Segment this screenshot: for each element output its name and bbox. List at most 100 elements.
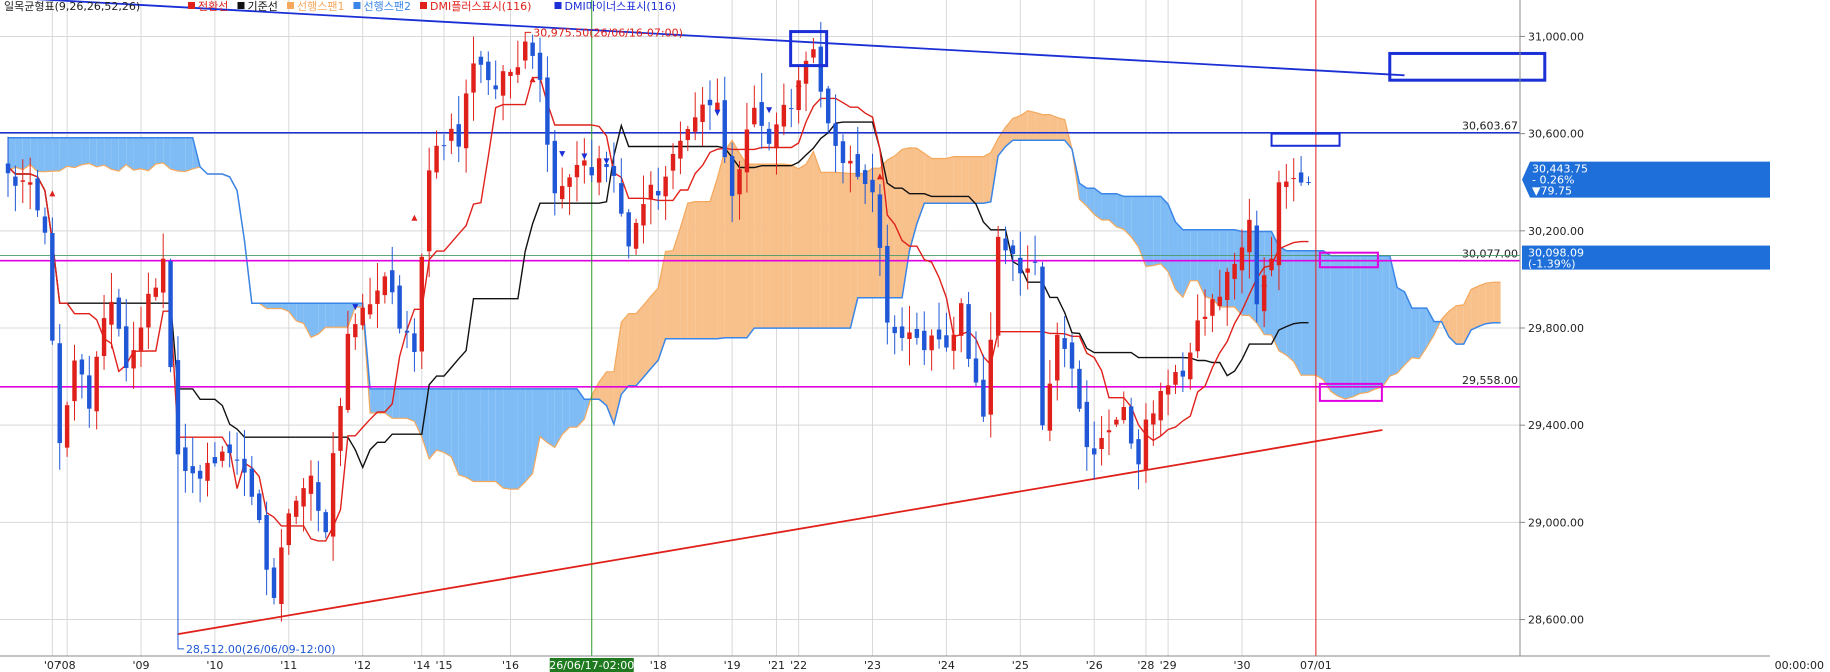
candle-body[interactable]	[707, 99, 713, 106]
candle-body[interactable]	[183, 447, 188, 471]
candle-body[interactable]	[885, 245, 890, 323]
candle-body[interactable]	[752, 107, 757, 125]
candle-body[interactable]	[1239, 247, 1245, 271]
candle-body[interactable]	[13, 176, 18, 186]
candle-body[interactable]	[523, 41, 528, 61]
candle-body[interactable]	[316, 482, 321, 511]
candle-body[interactable]	[463, 93, 469, 149]
candle-body[interactable]	[1128, 406, 1134, 444]
candle-body[interactable]	[486, 61, 491, 81]
candle-body[interactable]	[825, 88, 831, 124]
candle-body[interactable]	[27, 182, 33, 185]
candle-body[interactable]	[840, 141, 846, 163]
candle-body[interactable]	[500, 71, 506, 96]
candle-body[interactable]	[766, 128, 772, 144]
candle-body[interactable]	[892, 326, 897, 334]
candle-body[interactable]	[656, 190, 661, 196]
candle-body[interactable]	[441, 145, 447, 147]
candle-body[interactable]	[966, 304, 971, 359]
candle-body[interactable]	[759, 102, 764, 126]
candle-body[interactable]	[611, 165, 617, 176]
candle-body[interactable]	[1018, 257, 1023, 274]
candle-body[interactable]	[20, 180, 25, 182]
candle-body[interactable]	[862, 170, 868, 184]
candle-body[interactable]	[153, 287, 158, 297]
candle-body[interactable]	[323, 512, 328, 533]
candle-body[interactable]	[508, 71, 513, 77]
candle-body[interactable]	[914, 328, 920, 338]
candle-body[interactable]	[958, 303, 964, 336]
candle-body[interactable]	[419, 256, 425, 352]
candle-body[interactable]	[1306, 182, 1311, 184]
candle-body[interactable]	[1099, 437, 1104, 449]
candle-body[interactable]	[951, 334, 957, 351]
candle-body[interactable]	[1232, 263, 1237, 279]
candle-body[interactable]	[308, 475, 314, 494]
candle-body[interactable]	[1180, 370, 1186, 377]
candle-body[interactable]	[936, 329, 942, 340]
candle-body[interactable]	[1062, 338, 1067, 349]
candle-body[interactable]	[596, 158, 602, 183]
candle-body[interactable]	[375, 290, 380, 304]
candle-body[interactable]	[848, 160, 853, 164]
candle-body[interactable]	[530, 42, 535, 56]
candle-body[interactable]	[1106, 430, 1112, 433]
candle-body[interactable]	[1210, 299, 1215, 316]
candle-body[interactable]	[515, 67, 521, 75]
candle-body[interactable]	[1276, 182, 1282, 266]
candle-body[interactable]	[50, 233, 55, 341]
candle-body[interactable]	[205, 462, 210, 481]
candle-body[interactable]	[146, 293, 151, 328]
candle-body[interactable]	[1195, 320, 1200, 352]
candle-body[interactable]	[101, 318, 107, 356]
candle-body[interactable]	[1254, 225, 1259, 305]
candle-body[interactable]	[670, 153, 676, 171]
candle-body[interactable]	[1217, 296, 1223, 306]
candle-body[interactable]	[811, 49, 816, 58]
candle-body[interactable]	[1269, 258, 1274, 271]
candle-body[interactable]	[338, 406, 343, 451]
candle-body[interactable]	[988, 339, 993, 415]
candle-body[interactable]	[345, 333, 351, 410]
candle-body[interactable]	[574, 164, 580, 178]
candle-body[interactable]	[404, 330, 410, 333]
candle-body[interactable]	[744, 129, 750, 173]
candle-body[interactable]	[5, 163, 11, 174]
candle-body[interactable]	[94, 356, 99, 412]
candle-body[interactable]	[626, 212, 631, 247]
candle-body[interactable]	[227, 444, 232, 454]
candle-body[interactable]	[833, 123, 838, 146]
candle-body[interactable]	[818, 46, 824, 92]
candle-body[interactable]	[604, 163, 609, 168]
candle-body[interactable]	[249, 468, 255, 497]
candle-body[interactable]	[138, 327, 144, 351]
candle-body[interactable]	[774, 124, 779, 149]
candle-body[interactable]	[633, 222, 639, 249]
candle-body[interactable]	[87, 375, 92, 409]
candle-body[interactable]	[1084, 401, 1090, 448]
candle-body[interactable]	[234, 459, 240, 461]
candle-body[interactable]	[116, 297, 122, 329]
candle-body[interactable]	[382, 276, 388, 296]
candle-body[interactable]	[855, 154, 860, 177]
candle-body[interactable]	[264, 514, 269, 570]
candle-body[interactable]	[64, 405, 70, 448]
candle-body[interactable]	[190, 466, 195, 474]
candle-body[interactable]	[1055, 334, 1060, 381]
candle-body[interactable]	[552, 140, 558, 194]
candle-body[interactable]	[286, 513, 292, 546]
candle-body[interactable]	[160, 258, 166, 293]
candle-body[interactable]	[537, 52, 543, 80]
candle-body[interactable]	[57, 343, 62, 444]
candle-body[interactable]	[545, 77, 550, 145]
candle-body[interactable]	[1224, 271, 1230, 300]
candle-body[interactable]	[197, 470, 203, 479]
candle-body[interactable]	[412, 333, 417, 353]
candle-body[interactable]	[301, 488, 306, 507]
candle-body[interactable]	[367, 304, 373, 315]
candle-body[interactable]	[1040, 266, 1045, 426]
candle-body[interactable]	[582, 160, 587, 166]
candle-body[interactable]	[870, 179, 875, 193]
candle-body[interactable]	[678, 140, 683, 159]
candle-body[interactable]	[1298, 172, 1304, 183]
